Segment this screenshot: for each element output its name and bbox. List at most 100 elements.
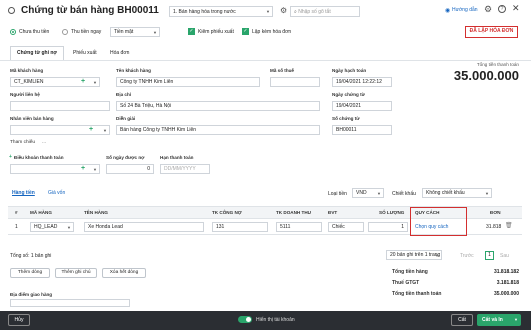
description-label: Diễn giải (116, 116, 136, 121)
contact-input[interactable] (10, 101, 110, 111)
due-date-input[interactable]: DD/MM/YYYY (160, 164, 210, 174)
voucher-no-input[interactable]: BH00011 (332, 125, 392, 135)
row-code-input[interactable]: HQ_LEAD ▼ (30, 222, 74, 232)
summary-total-label: Tổng tiền thanh toán (392, 291, 442, 297)
row-unit-input[interactable]: Chiếc (328, 222, 364, 232)
paid-label: Thu tiền ngay (71, 29, 102, 35)
tab-divider (0, 60, 531, 61)
total-value: 35.000.000 (453, 68, 519, 83)
summary-vat-label: Thuế GTGT (392, 280, 420, 286)
description-input[interactable]: Bán hàng Công ty TNHH Kim Liên (116, 125, 320, 135)
delete-row-icon[interactable]: 🗑 (505, 222, 513, 229)
row-revenue-account-input[interactable]: 5111 (276, 222, 322, 232)
status-badge: ĐÃ LẬP HÓA ĐƠN (465, 26, 518, 38)
posting-date-input[interactable]: 19/04/2021 12:22:12 (332, 77, 392, 87)
show-accounts-toggle[interactable] (238, 316, 252, 323)
summary-goods-value: 31.818.182 (493, 269, 519, 275)
next-page-link[interactable]: Sau (500, 253, 509, 259)
current-page[interactable]: 1 (485, 251, 494, 260)
voucher-date-label: Ngày chứng từ (332, 92, 365, 97)
question-icon[interactable]: ? (498, 5, 506, 13)
search-icon: ⌕ (294, 9, 297, 15)
payment-terms-input[interactable]: ▼ (10, 164, 100, 174)
contact-label: Người liên hệ (10, 92, 40, 97)
tab-invoice[interactable]: Hóa đơn (110, 50, 129, 56)
gear-icon[interactable]: ⚙ (280, 6, 287, 15)
address-input[interactable]: Số 24 Bà Triệu, Hà Nội (116, 101, 320, 111)
chevron-down-icon: ▼ (377, 191, 381, 196)
prev-page-link[interactable]: Trước (460, 253, 474, 259)
total-label: Tổng tiền thanh toán (476, 62, 519, 67)
employee-input[interactable]: ▼ (10, 125, 110, 135)
row-revenue-account-value: 5111 (280, 224, 291, 230)
save-print-button[interactable]: Cất và In ▼ (477, 314, 521, 326)
close-icon[interactable]: ✕ (512, 3, 520, 14)
due-date-label: Hạn thanh toán (160, 155, 194, 160)
add-customer-icon[interactable]: + (81, 78, 85, 85)
tab-export-slip[interactable]: Phiếu xuất (73, 50, 97, 56)
col-price: ĐƠN (490, 210, 501, 215)
toggle-knob (246, 317, 251, 322)
help-icon[interactable]: ◉ (445, 7, 450, 14)
add-row-button[interactable]: Thêm dòng (10, 268, 50, 278)
customer-name-input[interactable]: Công ty TNHH Kim Liên (116, 77, 260, 87)
row-name-input[interactable]: Xe Honda Lead (84, 222, 204, 232)
chevron-down-icon[interactable]: ▼ (514, 314, 518, 326)
row-debt-account-input[interactable]: 131 (212, 222, 268, 232)
currency-select[interactable]: VND ▼ (352, 188, 384, 198)
discount-value: Không chiết khấu (426, 190, 465, 196)
save-button[interactable]: Cất (451, 314, 473, 326)
currency-value: VND (356, 190, 367, 196)
spec-column-highlight (410, 207, 467, 236)
row-unit-value: Chiếc (332, 224, 345, 230)
tax-code-input[interactable] (270, 77, 320, 87)
voucher-date-input[interactable]: 19/04/2021 (332, 101, 392, 111)
export-checkbox[interactable]: ✓ (188, 28, 195, 35)
unpaid-label: Chưa thu tiền (19, 29, 50, 35)
expand-icon[interactable]: + (9, 154, 12, 160)
col-quantity: SỐ LƯỢNG (379, 210, 405, 215)
shortcut-search-input[interactable]: ⌕ Nhập số gõ tắt (290, 6, 360, 17)
cancel-button[interactable]: Hủy (8, 314, 30, 326)
voucher-type-select[interactable]: 1. Bán hàng hóa trong nước ▼ (169, 6, 273, 17)
chevron-down-icon: ▼ (266, 9, 270, 14)
row-quantity-input[interactable]: 1 (368, 222, 408, 232)
history-icon[interactable] (8, 7, 15, 14)
page-size-select[interactable]: 20 bản ghi trên 1 trang ▼ (386, 250, 442, 260)
row-code-value: HQ_LEAD (34, 224, 58, 230)
reference-label: Tham chiếu (10, 140, 36, 145)
add-employee-icon[interactable]: + (89, 126, 93, 133)
address-label: Địa chỉ (116, 92, 132, 97)
due-date-placeholder: DD/MM/YYYY (164, 166, 196, 172)
customer-code-label: Mã khách hàng (10, 68, 44, 73)
delivery-input[interactable] (10, 299, 130, 307)
subtab-cost-price[interactable]: Giá vốn (48, 190, 65, 196)
unpaid-radio[interactable] (10, 29, 16, 35)
paid-radio[interactable] (62, 29, 68, 35)
invoice-checkbox[interactable]: ✓ (242, 28, 249, 35)
payment-method-select[interactable]: Tiền mặt ▼ (110, 27, 160, 37)
customer-code-input[interactable]: CT_KIMLIEN ▼ (10, 77, 100, 87)
posting-date-value: 19/04/2021 12:22:12 (336, 79, 382, 85)
days-owed-input[interactable]: 0 (106, 164, 154, 174)
discount-select[interactable]: Không chiết khấu ▼ (422, 188, 492, 198)
tab-label: Chứng từ ghi nợ (17, 50, 57, 56)
tab-debit-voucher[interactable]: Chứng từ ghi nợ (10, 46, 64, 60)
row-index: 1 (15, 224, 18, 230)
subtab-goods-money[interactable]: Hàng tiền (12, 190, 35, 196)
invoice-label: Lập kèm hóa đơn (252, 29, 292, 35)
export-label: Kiêm phiếu xuất (198, 29, 234, 35)
chevron-down-icon: ▼ (93, 80, 97, 85)
settings-icon[interactable]: ⚙ (484, 4, 492, 15)
voucher-type-value: 1. Bán hàng hóa trong nước (173, 9, 236, 15)
help-link[interactable]: Hướng dẫn (452, 7, 478, 13)
currency-label: Loại tiền (328, 191, 347, 197)
clear-rows-button[interactable]: Xóa hết dòng (102, 268, 146, 278)
add-note-button[interactable]: Thêm ghi chú (55, 268, 97, 278)
save-print-label: Cất và In (482, 317, 503, 323)
record-count: Tổng số: 1 bản ghi (10, 253, 52, 259)
voucher-no-value: BH00011 (336, 127, 357, 133)
reference-more[interactable]: ... (42, 140, 46, 145)
add-terms-icon[interactable]: + (81, 165, 85, 172)
summary-goods-label: Tổng tiền hàng (392, 269, 428, 275)
